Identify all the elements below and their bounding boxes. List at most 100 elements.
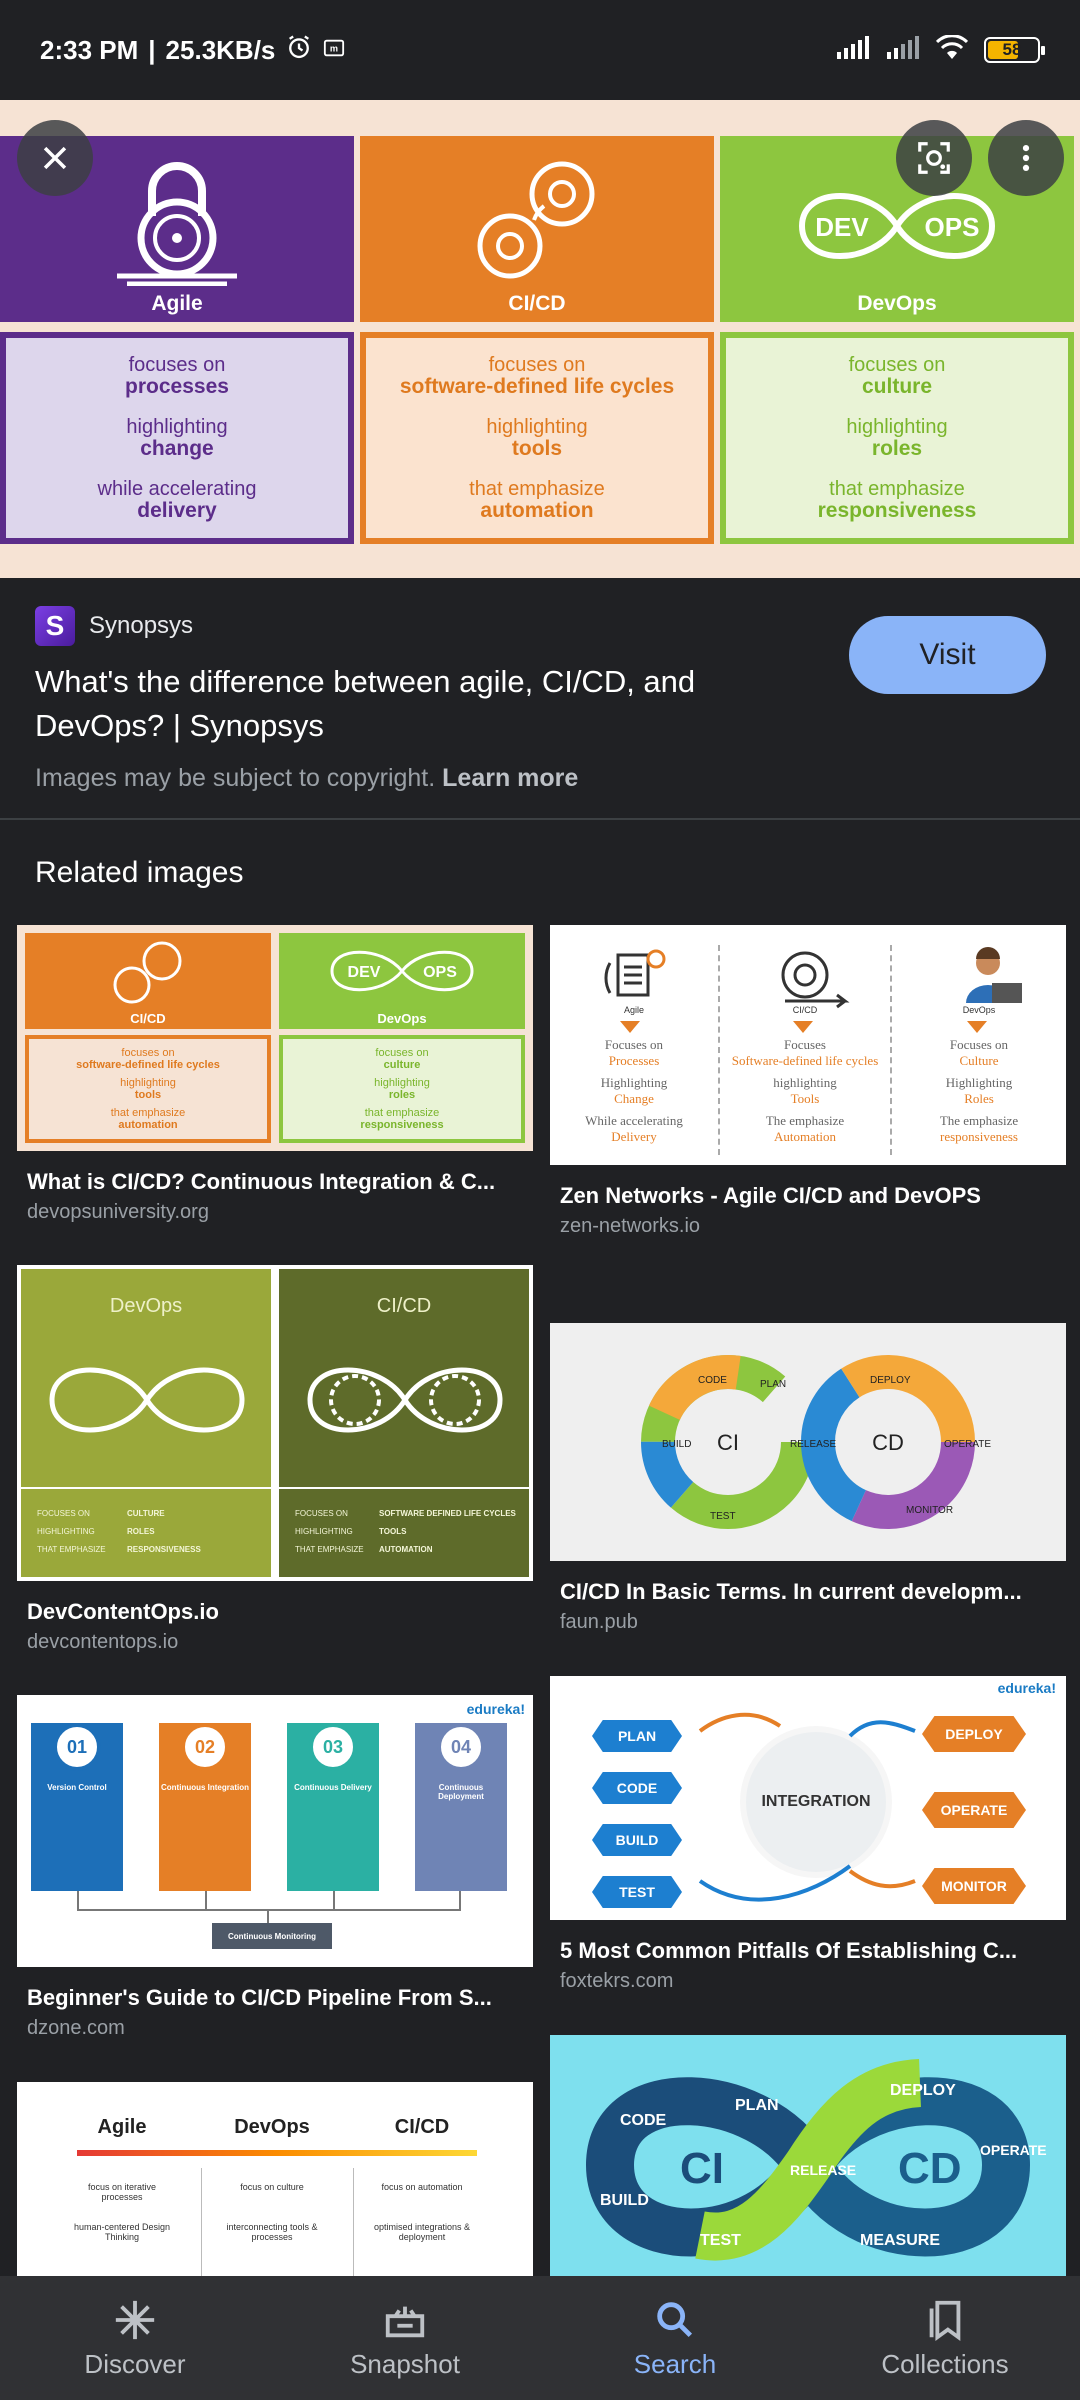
cd-label: CD (898, 2144, 962, 2193)
related-image-thumbnail[interactable]: edureka! 01 02 03 04 Version Control Con… (17, 1695, 533, 1967)
close-button[interactable] (17, 120, 93, 196)
related-image-domain: devopsuniversity.org (27, 1201, 209, 1223)
stage-label: BUILD (600, 2192, 649, 2209)
stage-label: DEPLOY (870, 1375, 911, 1386)
related-image-thumbnail[interactable]: CI CD CODE PLAN BUILD TEST RELEASE DEPLO… (550, 2035, 1066, 2276)
thumb-col-line: Automation (773, 1129, 837, 1144)
thumb-row-val: CULTURE (127, 1509, 165, 1518)
thumb-devops-line: that emphasize (364, 1107, 440, 1119)
stage-label: BUILD (662, 1439, 691, 1450)
nav-search[interactable]: Search (540, 2276, 810, 2400)
thumb-cicd-line: tools (134, 1089, 162, 1101)
thumb-cicd-title: CI/CD (130, 1011, 166, 1026)
hero-cicd-line-2-text: highlighting (486, 416, 588, 438)
edureka-logo: edureka! (466, 1701, 525, 1717)
stage-label: OPERATE (980, 2142, 1047, 2158)
lens-icon (918, 142, 950, 174)
stage-label: RELEASE (790, 2162, 856, 2178)
status-speed: 25.3KB/s (165, 34, 276, 65)
ops-label: OPS (925, 212, 980, 242)
related-image-card[interactable]: CI CD CODE PLAN BUILD TEST RELEASE DEPLO… (550, 2035, 1066, 2276)
related-image-card[interactable]: Agile DevOps CI/CD focus on iterative pr… (17, 2082, 533, 2276)
hero-devops-title: DevOps (857, 292, 937, 315)
hero-column-agile: Agile focuses on processes highlighting ch… (0, 136, 354, 544)
battery-level: 58 (1002, 40, 1022, 59)
related-image-title[interactable]: Beginner's Guide to CI/CD Pipeline From … (17, 1985, 533, 2011)
thumb-row-val: SOFTWARE DEFINED LIFE CYCLES (379, 1509, 516, 1518)
related-image-domain: zen-networks.io (560, 1215, 701, 1237)
hero-cicd-line-1-bold: software-defined life cycles (399, 375, 675, 398)
table-header: CI/CD (394, 2116, 450, 2138)
related-image-thumbnail[interactable]: edureka! INTEGRATION PLAN CODE BUILD TES… (550, 1676, 1066, 1920)
thumb-cicd-line: that emphasize (110, 1107, 186, 1119)
learn-more-link[interactable]: Learn more (442, 764, 578, 792)
developer-avatar-icon (966, 947, 1022, 1003)
hero-devops-body: focuses on culture highlighting roles that… (720, 332, 1074, 544)
related-image-thumbnail[interactable]: DevOps CI/CD FOCUSES ON CULTURE HIGHLIGHT… (17, 1265, 533, 1581)
gradient-bar (77, 2150, 477, 2156)
thumb-col-line: The emphasize (765, 1113, 845, 1128)
related-image-title[interactable]: DevContentOps.io (17, 1599, 533, 1625)
infinity-icon (49, 1367, 245, 1433)
hero-cicd-line-3: that emphasize automation (469, 479, 605, 522)
alarm-icon (285, 33, 313, 68)
nav-discover-label: Discover (84, 2348, 186, 2379)
battery-icon: 58 (984, 37, 1045, 63)
nav-snapshot[interactable]: Snapshot (270, 2276, 540, 2400)
stage-label: RELEASE (790, 1439, 836, 1450)
thumb-row-val: AUTOMATION (379, 1545, 433, 1554)
hero-devops-line-2: highlighting roles (846, 416, 948, 460)
thumb-col-line: Focuses on (949, 1037, 1009, 1052)
table-cell: focus on automation (381, 2182, 463, 2192)
hero-column-devops: DEV OPS DevOps focuses on culture highlig… (720, 136, 1074, 544)
thumb-col-title: CI/CD (792, 1005, 818, 1015)
hero-image[interactable]: Agile focuses on processes highlighting ch… (0, 100, 1080, 578)
thumb-row-key: FOCUSES ON (37, 1509, 90, 1518)
hero-column-cicd: CI/CD focuses on software-defined life cy… (360, 136, 714, 544)
related-image-thumbnail[interactable]: CI CD CODE PLAN BUILD TEST RELEASE DEPLO… (550, 1323, 1066, 1561)
table-divider (201, 2168, 202, 2276)
hero-agile-line-3-bold: delivery (137, 499, 217, 522)
related-image-thumbnail[interactable]: Agile CI/CD DevOps Focuses on Processes H… (550, 925, 1066, 1165)
ci-cd-infinity-diagram: CI CD CODE PLAN BUILD TEST RELEASE DEPLO… (585, 2059, 1047, 2261)
hero-agile-line-3-text: while accelerating (97, 478, 257, 500)
source-row[interactable]: S Synopsys (35, 606, 193, 646)
related-image-card[interactable]: edureka! 01 02 03 04 Version Control Con… (17, 1695, 533, 2040)
thumb-col-body: Focuses on Culture Highlighting Roles The … (892, 1037, 1066, 1145)
thumb-col-line: Delivery (611, 1129, 657, 1144)
related-image-card[interactable]: Agile CI/CD DevOps Focuses on Processes H… (550, 925, 1066, 1238)
related-image-card[interactable]: CI CD CODE PLAN BUILD TEST RELEASE DEPLO… (550, 1323, 1066, 1634)
thumb-devops-line: roles (388, 1089, 416, 1101)
related-image-card[interactable]: edureka! INTEGRATION PLAN CODE BUILD TES… (550, 1676, 1066, 1993)
related-image-title[interactable]: What is CI/CD? Continuous Integration & … (17, 1169, 533, 1195)
nav-search-label: Search (633, 2348, 717, 2379)
related-image-thumbnail[interactable]: Agile DevOps CI/CD focus on iterative pr… (17, 2082, 533, 2276)
page-title[interactable]: What's the difference between agile, CI/… (35, 660, 815, 748)
related-image-card[interactable]: DevOps CI/CD FOCUSES ON CULTURE HIGHLIGHT… (17, 1265, 533, 1654)
lens-button[interactable] (896, 120, 972, 196)
thumb-cicd-line: focuses on (121, 1047, 175, 1059)
related-image-title[interactable]: CI/CD In Basic Terms. In current develop… (550, 1579, 1066, 1605)
ci-label: CI (680, 2144, 724, 2193)
hero-devops-line-2-text: highlighting (846, 416, 948, 438)
thumb-devops-rows: FOCUSES ON CULTURE HIGHLIGHTING ROLES THAT… (37, 1505, 267, 1559)
related-image-title[interactable]: 5 Most Common Pitfalls Of Establishing C… (550, 1938, 1066, 1964)
related-image-thumbnail[interactable]: DEV OPS CI/CD DevOps focuses on software-d… (17, 925, 533, 1151)
svg-text:m: m (330, 43, 338, 53)
nav-collections[interactable]: Collections (810, 2276, 1080, 2400)
related-image-card[interactable]: DEV OPS CI/CD DevOps focuses on software-d… (17, 925, 533, 1224)
thumb-cicd-rows: FOCUSES ON SOFTWARE DEFINED LIFE CYCLES H… (295, 1505, 525, 1559)
thumb-row-key: THAT EMPHASIZE (295, 1545, 364, 1554)
source-name: Synopsys (89, 612, 194, 639)
hero-devops-line-3-text: that emphasize (829, 478, 965, 500)
table-header: DevOps (234, 2116, 310, 2138)
thumb-col-line: Focuses on (604, 1037, 664, 1052)
thumb-arrow (793, 1021, 813, 1033)
copyright-notice: Images may be subject to copyright. Lear… (35, 764, 578, 793)
visit-button[interactable]: Visit (849, 616, 1046, 694)
related-image-domain: faun.pub (560, 1611, 638, 1633)
more-options-button[interactable] (988, 120, 1064, 196)
nav-discover[interactable]: Discover (0, 2276, 270, 2400)
related-image-title[interactable]: Zen Networks - Agile CI/CD and DevOPS (550, 1183, 1066, 1209)
stage-label: MONITOR (906, 1505, 953, 1516)
